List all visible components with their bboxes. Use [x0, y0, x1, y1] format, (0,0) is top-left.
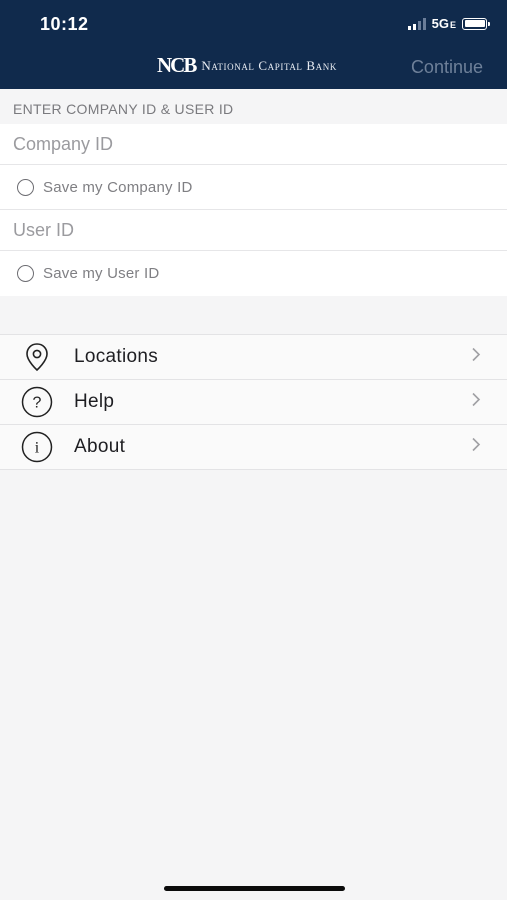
menu-item-label: Help [74, 391, 115, 412]
menu-item-help[interactable]: ? Help [0, 380, 507, 425]
company-id-field[interactable] [13, 133, 507, 155]
chevron-right-icon [471, 437, 481, 458]
bank-name: National Capital Bank [201, 57, 337, 73]
chevron-right-icon [471, 347, 481, 368]
section-title: ENTER COMPANY ID & USER ID [13, 101, 234, 117]
network-type: 5GE [431, 16, 456, 31]
menu-item-locations[interactable]: Locations [0, 335, 507, 380]
battery-icon [462, 17, 490, 30]
menu-item-label: Locations [74, 346, 159, 367]
continue-button[interactable]: Continue [411, 57, 483, 78]
save-user-id-option[interactable]: Save my User ID [0, 251, 507, 296]
bank-brand: NCB National Capital Bank [157, 55, 337, 76]
signal-strength-icon [407, 17, 426, 30]
status-indicators: 5GE [407, 16, 490, 31]
user-id-field[interactable] [13, 219, 507, 241]
save-company-id-label: Save my Company ID [43, 178, 193, 196]
bank-logo: NCB [157, 53, 197, 77]
svg-text:?: ? [33, 395, 42, 412]
menu-item-about[interactable]: i About [0, 425, 507, 470]
info-circle-icon: i [21, 431, 53, 463]
menu-item-label: About [74, 436, 126, 457]
chevron-right-icon [471, 392, 481, 413]
status-time: 10:12 [40, 14, 89, 34]
svg-text:i: i [35, 440, 40, 457]
question-circle-icon: ? [21, 386, 53, 418]
home-indicator[interactable] [164, 886, 345, 891]
save-company-id-radio[interactable] [17, 178, 34, 196]
menu-list: Locations ? Help i About [0, 334, 507, 470]
save-user-id-label: Save my User ID [43, 265, 160, 282]
login-form: Save my Company ID Save my User ID [0, 124, 507, 296]
company-id-row [0, 124, 507, 165]
save-company-id-option[interactable]: Save my Company ID [0, 165, 507, 210]
location-pin-icon [21, 341, 53, 373]
app-header: 10:12 5GE NCB National Capital Bank Cont… [0, 0, 507, 89]
save-user-id-radio[interactable] [17, 265, 34, 282]
user-id-row [0, 210, 507, 251]
